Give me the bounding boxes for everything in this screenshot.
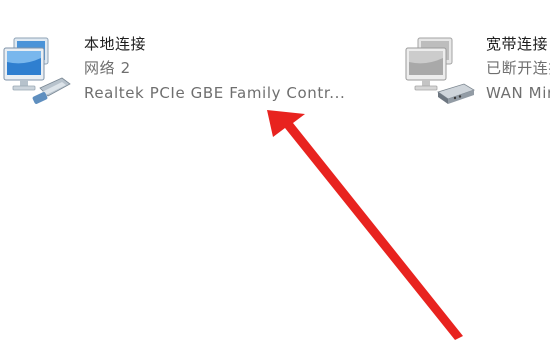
adapter-name: 本地连接 (84, 35, 147, 53)
monitor-modem-icon (405, 37, 475, 104)
monitor-network-adapter-icon (3, 37, 71, 104)
adapter-device: WAN Miniport (PPPOE) (486, 84, 550, 102)
adapter-status: 网络 2 (84, 59, 131, 77)
adapter-local-connection[interactable]: 本地连接 网络 2 Realtek PCIe GBE Family Contr.… (0, 28, 400, 128)
adapter-device: Realtek PCIe GBE Family Contr... (84, 84, 346, 102)
adapter-status: 已断开连接 (486, 59, 550, 77)
adapter-name: 宽带连接 (486, 35, 549, 53)
adapter-broadband-connection[interactable]: 宽带连接 已断开连接 WAN Miniport (PPPOE) (400, 28, 550, 128)
